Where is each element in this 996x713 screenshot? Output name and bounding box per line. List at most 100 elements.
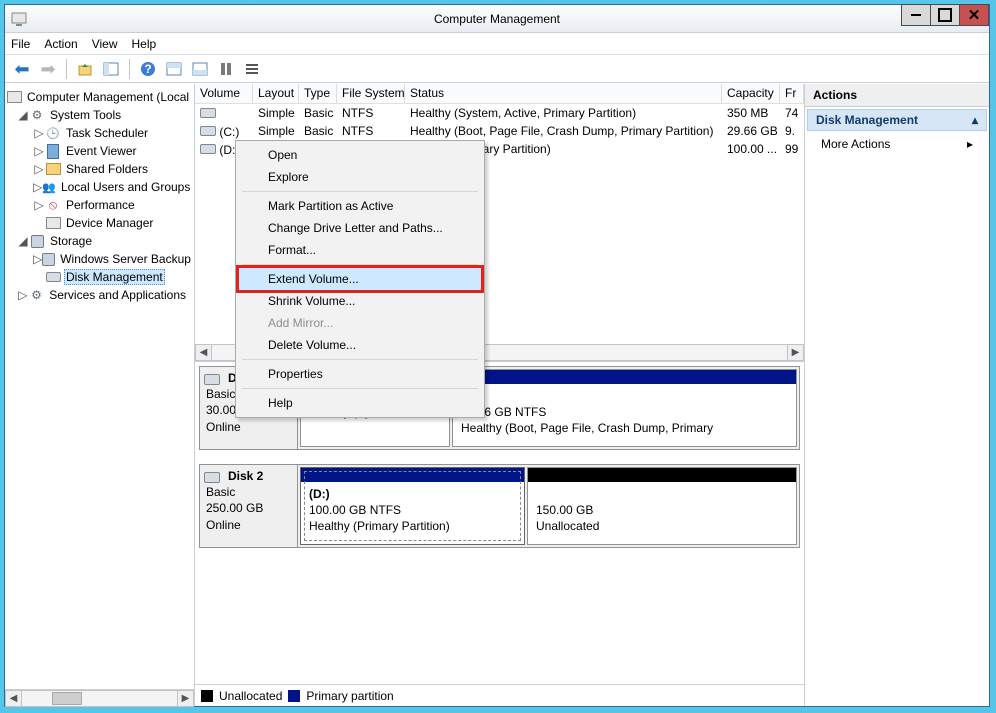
tree-task-scheduler[interactable]: ▷Task Scheduler — [7, 124, 192, 142]
separator — [66, 59, 67, 79]
tree-storage[interactable]: ◢ Storage — [7, 232, 192, 250]
menu-properties[interactable]: Properties — [238, 363, 482, 385]
scroll-right-button[interactable]: ▶ — [177, 690, 194, 707]
tree-disk-management[interactable]: Disk Management — [7, 268, 192, 286]
collapse-icon[interactable]: ◢ — [17, 234, 29, 248]
view-top-button[interactable] — [163, 58, 185, 80]
drive-icon — [200, 105, 216, 121]
expand-icon[interactable]: ▷ — [17, 288, 29, 302]
app-icon — [11, 11, 27, 27]
scroll-thumb[interactable] — [52, 692, 82, 705]
menu-extend-volume[interactable]: Extend Volume... — [238, 268, 482, 290]
menu-help[interactable]: Help — [238, 392, 482, 414]
show-hide-tree-button[interactable] — [100, 58, 122, 80]
menu-open[interactable]: Open — [238, 144, 482, 166]
console-tree[interactable]: Computer Management (Local ◢System Tools… — [5, 84, 194, 689]
col-layout[interactable]: Layout — [253, 84, 299, 103]
tree-system-tools[interactable]: ◢System Tools — [7, 106, 192, 124]
scroll-track[interactable] — [22, 690, 177, 707]
col-volume[interactable]: Volume — [195, 84, 253, 103]
menu-help[interactable]: Help — [132, 37, 157, 51]
settings-button[interactable] — [215, 58, 237, 80]
center-pane: Volume Layout Type File System Status Ca… — [195, 84, 805, 706]
tree-device-manager[interactable]: Device Manager — [7, 214, 192, 232]
menu-change-letter[interactable]: Change Drive Letter and Paths... — [238, 217, 482, 239]
back-button[interactable]: ⬅ — [11, 58, 33, 80]
properties-button[interactable] — [241, 58, 263, 80]
menu-view[interactable]: View — [92, 37, 118, 51]
body: Computer Management (Local ◢System Tools… — [5, 83, 989, 706]
close-button[interactable]: ✕ — [959, 4, 989, 26]
expand-icon[interactable]: ▷ — [33, 198, 45, 212]
expand-icon[interactable]: ▷ — [33, 162, 45, 176]
view-bottom-button[interactable] — [189, 58, 211, 80]
tree-shared-folders[interactable]: ▷Shared Folders — [7, 160, 192, 178]
expand-icon[interactable]: ▷ — [33, 126, 45, 140]
tree-label: Performance — [64, 198, 137, 212]
actions-title: Actions — [805, 84, 989, 107]
clock-icon — [45, 125, 61, 141]
disk-icon — [204, 371, 220, 387]
volume-row[interactable]: Simple Basic NTFS Healthy (System, Activ… — [195, 104, 804, 122]
legend-primary: Primary partition — [306, 689, 393, 703]
collapse-icon[interactable]: ◢ — [17, 108, 29, 122]
partition-c[interactable]: (C:) 29.66 GB NTFS Healthy (Boot, Page F… — [452, 369, 797, 447]
scroll-left-button[interactable]: ◀ — [195, 344, 212, 361]
menu-explore[interactable]: Explore — [238, 166, 482, 188]
scroll-left-button[interactable]: ◀ — [5, 690, 22, 707]
menu-shrink-volume[interactable]: Shrink Volume... — [238, 290, 482, 312]
actions-section-disk-management[interactable]: Disk Management ▴ — [807, 109, 987, 131]
partition-text: (D:) 100.00 GB NTFS Healthy (Primary Par… — [301, 482, 524, 539]
part-size: 29.66 GB NTFS — [461, 404, 788, 420]
menu-separator — [242, 264, 478, 265]
tree-local-users[interactable]: ▷Local Users and Groups — [7, 178, 192, 196]
legend-unallocated: Unallocated — [219, 689, 282, 703]
tree-event-viewer[interactable]: ▷Event Viewer — [7, 142, 192, 160]
up-button[interactable] — [74, 58, 96, 80]
app-window: Computer Management ✕ File Action View H… — [4, 4, 990, 707]
expand-icon[interactable]: ▷ — [33, 144, 45, 158]
tree-windows-server-backup[interactable]: ▷Windows Server Backup — [7, 250, 192, 268]
cell-status: Healthy (System, Active, Primary Partiti… — [405, 106, 722, 120]
col-status[interactable]: Status — [405, 84, 722, 103]
volume-row[interactable]: (C:) Simple Basic NTFS Healthy (Boot, Pa… — [195, 122, 804, 140]
panes-icon — [103, 61, 119, 77]
tree-label: Computer Management (Local — [25, 90, 191, 104]
tree-performance[interactable]: ▷ Performance — [7, 196, 192, 214]
part-status: Healthy (Boot, Page File, Crash Dump, Pr… — [461, 420, 788, 436]
legend-swatch-primary — [288, 690, 300, 702]
partition-d[interactable]: (D:) 100.00 GB NTFS Healthy (Primary Par… — [300, 467, 525, 545]
tree-label: Storage — [48, 234, 94, 248]
forward-button[interactable]: ➡ — [37, 58, 59, 80]
drive-icon — [200, 141, 216, 157]
col-free[interactable]: Fr — [780, 84, 804, 103]
tree-hscrollbar[interactable]: ◀ ▶ — [5, 689, 194, 706]
actions-more[interactable]: More Actions ▸ — [805, 133, 989, 155]
tree-label: Services and Applications — [47, 288, 188, 302]
tree-root[interactable]: Computer Management (Local — [7, 88, 192, 106]
part-status: Healthy (Primary Partition) — [309, 518, 516, 534]
settings-icon — [218, 61, 234, 77]
menu-file[interactable]: File — [11, 37, 30, 51]
col-filesystem[interactable]: File System — [337, 84, 405, 103]
disk-state: Online — [206, 419, 291, 435]
menu-separator — [242, 359, 478, 360]
expand-icon[interactable]: ▷ — [33, 252, 42, 266]
disk-header[interactable]: Disk 2 Basic 250.00 GB Online — [200, 465, 298, 547]
maximize-button[interactable] — [930, 4, 960, 26]
menu-separator — [242, 191, 478, 192]
col-capacity[interactable]: Capacity — [722, 84, 780, 103]
tree-services-apps[interactable]: ▷ Services and Applications — [7, 286, 192, 304]
legend: Unallocated Primary partition — [195, 684, 804, 706]
help-button[interactable]: ? — [137, 58, 159, 80]
menu-mark-active[interactable]: Mark Partition as Active — [238, 195, 482, 217]
menu-action[interactable]: Action — [44, 37, 77, 51]
menu-delete-volume[interactable]: Delete Volume... — [238, 334, 482, 356]
scroll-right-button[interactable]: ▶ — [787, 344, 804, 361]
partition-unallocated[interactable]: 150.00 GB Unallocated — [527, 467, 797, 545]
menu-format[interactable]: Format... — [238, 239, 482, 261]
col-type[interactable]: Type — [299, 84, 337, 103]
minimize-button[interactable] — [901, 4, 931, 26]
expand-icon[interactable]: ▷ — [33, 180, 42, 194]
legend-swatch-unallocated — [201, 690, 213, 702]
